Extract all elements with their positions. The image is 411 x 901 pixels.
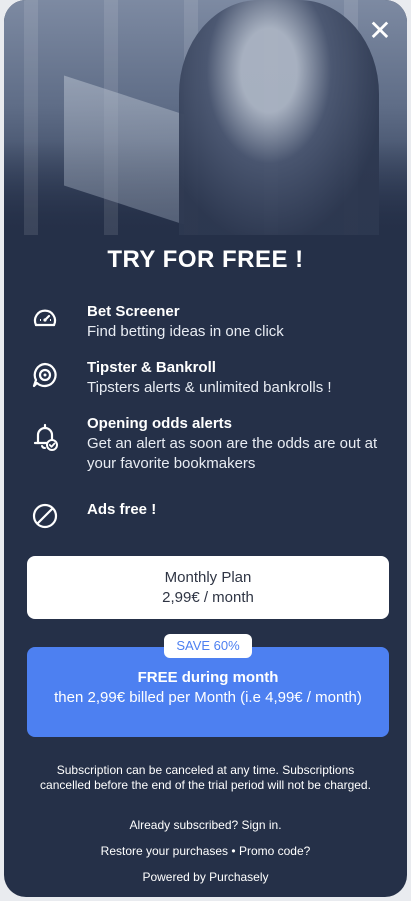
no-ads-icon: [32, 503, 58, 529]
save-badge: SAVE 60%: [164, 634, 252, 658]
footer-links: Restore your purchases • Promo code?: [34, 844, 377, 859]
plan-name: FREE during month: [137, 669, 279, 686]
sign-in-link[interactable]: Already subscribed? Sign in.: [34, 818, 377, 833]
restore-purchases-link[interactable]: Restore your purchases: [101, 844, 228, 858]
page-title: TRY FOR FREE !: [107, 246, 304, 273]
plan-description: then 2,99€ billed per Month (i.e 4,99€ /…: [54, 689, 362, 706]
close-icon[interactable]: ✕: [368, 15, 391, 46]
bell-alert-icon: [33, 423, 58, 451]
monthly-plan-option[interactable]: Monthly Plan 2,99€ / month: [27, 556, 389, 619]
powered-by-text: Powered by Purchasely: [142, 870, 269, 884]
feature-title: Tipster & Bankroll: [87, 359, 216, 376]
feature-description: Tipsters alerts & unlimited bankrolls !: [87, 379, 332, 396]
hero-person: [179, 0, 379, 235]
promo-code-link[interactable]: Promo code?: [239, 844, 310, 858]
paywall-screen: ✕ TRY FOR FREE ! Bet Screener Find betti…: [4, 0, 407, 897]
hero-image: [4, 0, 407, 235]
feature-title: Ads free !: [87, 501, 157, 518]
free-trial-plan-option[interactable]: FREE during month then 2,99€ billed per …: [27, 647, 389, 737]
disclaimer-text: Subscription can be canceled at any time…: [40, 763, 371, 792]
feature-title: Opening odds alerts: [87, 415, 233, 432]
feature-title: Bet Screener: [87, 303, 180, 320]
target-chat-icon: [32, 362, 57, 388]
speedometer-icon: [33, 309, 57, 327]
close-button[interactable]: ✕: [367, 15, 393, 46]
plan-name: Monthly Plan: [164, 569, 252, 586]
footer-separator: •: [231, 844, 236, 858]
feature-description: Get an alert as soon are the odds are ou…: [87, 435, 378, 472]
plan-price: 2,99€ / month: [162, 589, 254, 606]
feature-description: Find betting ideas in one click: [87, 323, 284, 340]
